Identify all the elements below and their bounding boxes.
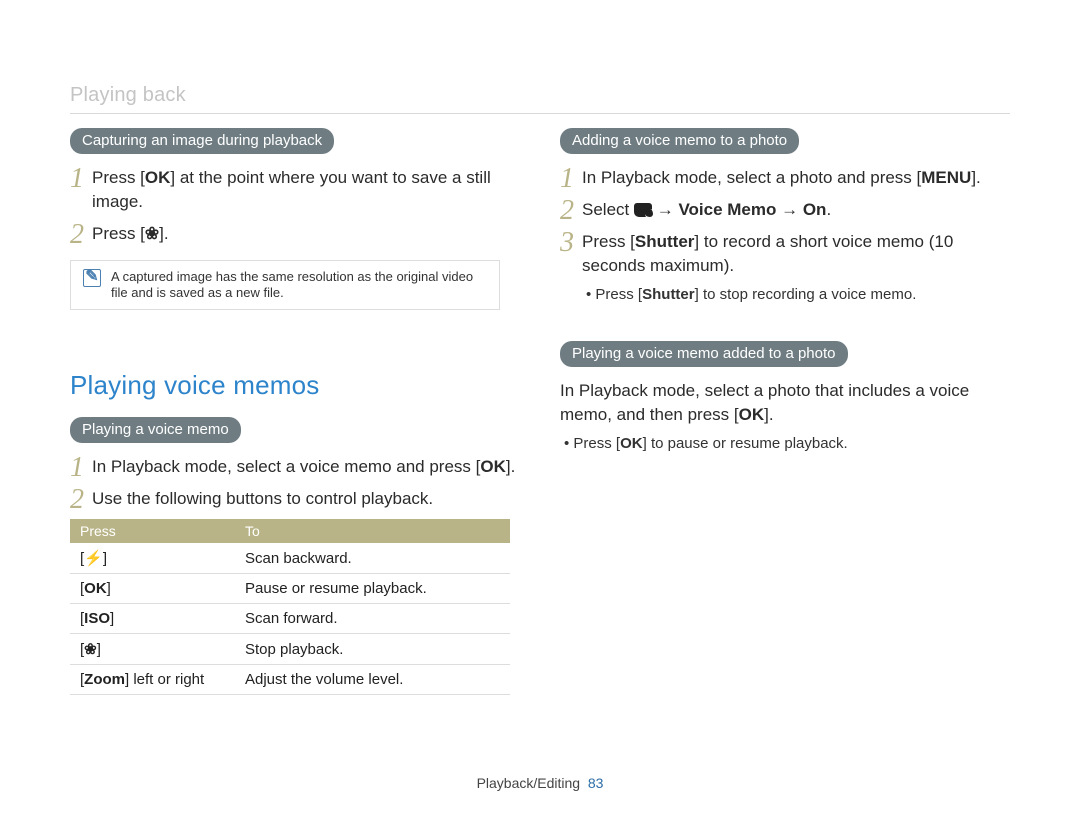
voice-memo-label: Voice Memo bbox=[678, 200, 776, 219]
step-text: In Playback mode, select a voice memo an… bbox=[92, 455, 515, 479]
menu-button-label: MENU bbox=[921, 168, 971, 187]
section-pill-playing-added-memo: Playing a voice memo added to a photo bbox=[560, 341, 848, 367]
step-number: 1 bbox=[560, 166, 582, 190]
step-number: 2 bbox=[70, 487, 92, 511]
footer-section: Playback/Editing bbox=[477, 775, 581, 791]
text: Press [ bbox=[582, 232, 635, 251]
flower-icon: ❀ bbox=[84, 641, 97, 658]
step-text: In Playback mode, select a photo and pre… bbox=[582, 166, 981, 190]
press-cell: [⚡] bbox=[70, 543, 235, 574]
arrow: → bbox=[652, 200, 678, 219]
table-row: [ISO] Scan forward. bbox=[70, 604, 510, 634]
to-cell: Scan forward. bbox=[235, 604, 510, 634]
manual-page: Playing back Capturing an image during p… bbox=[0, 0, 1080, 815]
text: ]. bbox=[159, 224, 168, 243]
text: ] to stop recording a voice memo. bbox=[695, 286, 917, 303]
ok-button-label: OK bbox=[480, 457, 506, 476]
section-heading-playing-voice-memos: Playing voice memos bbox=[70, 370, 520, 401]
table-header-to: To bbox=[235, 519, 510, 543]
step-text: Press [OK] at the point where you want t… bbox=[92, 166, 520, 214]
table-row: [❀] Stop playback. bbox=[70, 634, 510, 665]
text: • Press [ bbox=[564, 435, 620, 452]
on-label: On bbox=[803, 200, 827, 219]
note-icon: ✎ bbox=[83, 269, 101, 287]
press-cell: [ISO] bbox=[70, 604, 235, 634]
step-text: Select → Voice Memo → On. bbox=[582, 198, 831, 222]
breadcrumb: Playing back bbox=[70, 84, 1010, 107]
step-number: 1 bbox=[70, 166, 92, 190]
two-column-layout: Capturing an image during playback 1 Pre… bbox=[70, 128, 1010, 695]
text: . bbox=[826, 200, 831, 219]
step-number: 2 bbox=[70, 222, 92, 246]
ok-button-label: OK bbox=[620, 435, 643, 452]
step-number: 1 bbox=[70, 455, 92, 479]
divider bbox=[70, 113, 1010, 114]
tools-icon bbox=[634, 203, 652, 217]
flower-icon: ❀ bbox=[145, 224, 159, 243]
press-cell: [❀] bbox=[70, 634, 235, 665]
step-text: Press [❀]. bbox=[92, 222, 169, 246]
step: 1 Press [OK] at the point where you want… bbox=[70, 166, 520, 214]
paragraph: In Playback mode, select a photo that in… bbox=[560, 379, 1010, 427]
left-column: Capturing an image during playback 1 Pre… bbox=[70, 128, 520, 695]
ok-button-label: OK bbox=[84, 580, 107, 597]
step: 1 In Playback mode, select a photo and p… bbox=[560, 166, 1010, 190]
text: In Playback mode, select a voice memo an… bbox=[92, 457, 480, 476]
text: ]. bbox=[764, 405, 773, 424]
step-number: 2 bbox=[560, 198, 582, 222]
to-cell: Pause or resume playback. bbox=[235, 574, 510, 604]
text: • Press [ bbox=[586, 286, 642, 303]
text: Select bbox=[582, 200, 634, 219]
step: 1 In Playback mode, select a voice memo … bbox=[70, 455, 520, 479]
step: 2 Use the following buttons to control p… bbox=[70, 487, 520, 511]
text: Press [ bbox=[92, 168, 145, 187]
zoom-button-label: Zoom bbox=[84, 671, 125, 688]
note-text: A captured image has the same resolution… bbox=[111, 269, 487, 301]
to-cell: Scan backward. bbox=[235, 543, 510, 574]
table-header-press: Press bbox=[70, 519, 235, 543]
step-text: Press [Shutter] to record a short voice … bbox=[582, 230, 1010, 278]
arrow: → bbox=[776, 200, 802, 219]
table-row: [Zoom] left or right Adjust the volume l… bbox=[70, 665, 510, 695]
page-number: 83 bbox=[588, 775, 604, 791]
right-column: Adding a voice memo to a photo 1 In Play… bbox=[560, 128, 1010, 695]
section-pill-playing-voice-memo: Playing a voice memo bbox=[70, 417, 241, 443]
step: 2 Press [❀]. bbox=[70, 222, 520, 246]
shutter-button-label: Shutter bbox=[635, 232, 695, 251]
ok-button-label: OK bbox=[739, 405, 765, 424]
to-cell: Adjust the volume level. bbox=[235, 665, 510, 695]
press-cell: [Zoom] left or right bbox=[70, 665, 235, 695]
section-pill-capturing: Capturing an image during playback bbox=[70, 128, 334, 154]
iso-button-label: ISO bbox=[84, 610, 110, 627]
text: ]. bbox=[971, 168, 980, 187]
to-cell: Stop playback. bbox=[235, 634, 510, 665]
text: ] to pause or resume playback. bbox=[643, 435, 848, 452]
text: In Playback mode, select a photo and pre… bbox=[582, 168, 921, 187]
step: 3 Press [Shutter] to record a short voic… bbox=[560, 230, 1010, 278]
table-row: [OK] Pause or resume playback. bbox=[70, 574, 510, 604]
sub-bullet: • Press [OK] to pause or resume playback… bbox=[564, 435, 1010, 452]
section-pill-adding-voice-memo: Adding a voice memo to a photo bbox=[560, 128, 799, 154]
step-text: Use the following buttons to control pla… bbox=[92, 487, 433, 511]
step-number: 3 bbox=[560, 230, 582, 254]
text: Press [ bbox=[92, 224, 145, 243]
sub-bullet: • Press [Shutter] to stop recording a vo… bbox=[586, 286, 1010, 303]
page-footer: Playback/Editing 83 bbox=[0, 775, 1080, 791]
shutter-button-label: Shutter bbox=[642, 286, 695, 303]
table-row: [⚡] Scan backward. bbox=[70, 543, 510, 574]
playback-controls-table: Press To [⚡] Scan backward. [OK] Pause o… bbox=[70, 519, 510, 695]
bolt-icon: ⚡ bbox=[84, 550, 103, 567]
ok-button-label: OK bbox=[145, 168, 171, 187]
text: ]. bbox=[506, 457, 515, 476]
note-box: ✎ A captured image has the same resoluti… bbox=[70, 260, 500, 310]
press-cell: [OK] bbox=[70, 574, 235, 604]
step: 2 Select → Voice Memo → On. bbox=[560, 198, 1010, 222]
